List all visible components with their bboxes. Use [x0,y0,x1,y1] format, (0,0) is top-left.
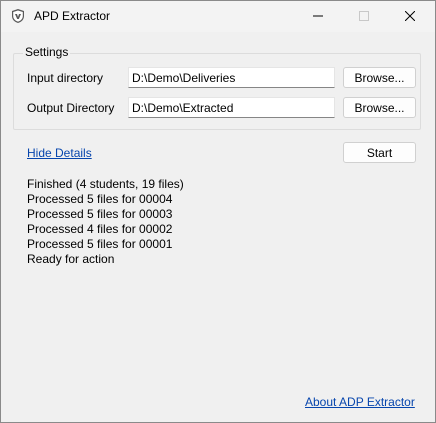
maximize-button[interactable] [341,1,387,32]
log-line: Processed 5 files for 00004 [27,192,173,206]
close-icon [404,10,416,24]
maximize-icon [359,10,369,24]
settings-group-label: Settings [23,45,71,59]
log-line: Processed 5 files for 00003 [27,207,173,221]
title-bar[interactable]: APD Extractor [1,1,435,32]
input-directory-label: Input directory [27,71,104,85]
output-directory-field[interactable] [128,97,335,118]
minimize-button[interactable] [295,1,341,32]
browse-output-button[interactable]: Browse... [343,97,416,118]
log-line: Finished (4 students, 19 files) [27,177,184,191]
settings-group [13,53,421,130]
log-line: Processed 4 files for 00002 [27,222,173,236]
output-directory-label: Output Directory [27,101,115,115]
hide-details-link[interactable]: Hide Details [27,146,92,160]
shield-app-icon [10,8,26,24]
window-title: APD Extractor [34,9,111,23]
input-directory-field[interactable] [128,67,335,88]
about-link[interactable]: About ADP Extractor [305,395,415,409]
log-line: Ready for action [27,252,115,266]
app-window: APD Extractor Settings Input directory B… [0,0,436,423]
browse-input-button[interactable]: Browse... [343,67,416,88]
close-button[interactable] [387,1,433,32]
minimize-icon [313,10,323,24]
start-button[interactable]: Start [343,142,416,163]
status-log: Finished (4 students, 19 files) Processe… [27,177,184,267]
log-line: Processed 5 files for 00001 [27,237,173,251]
